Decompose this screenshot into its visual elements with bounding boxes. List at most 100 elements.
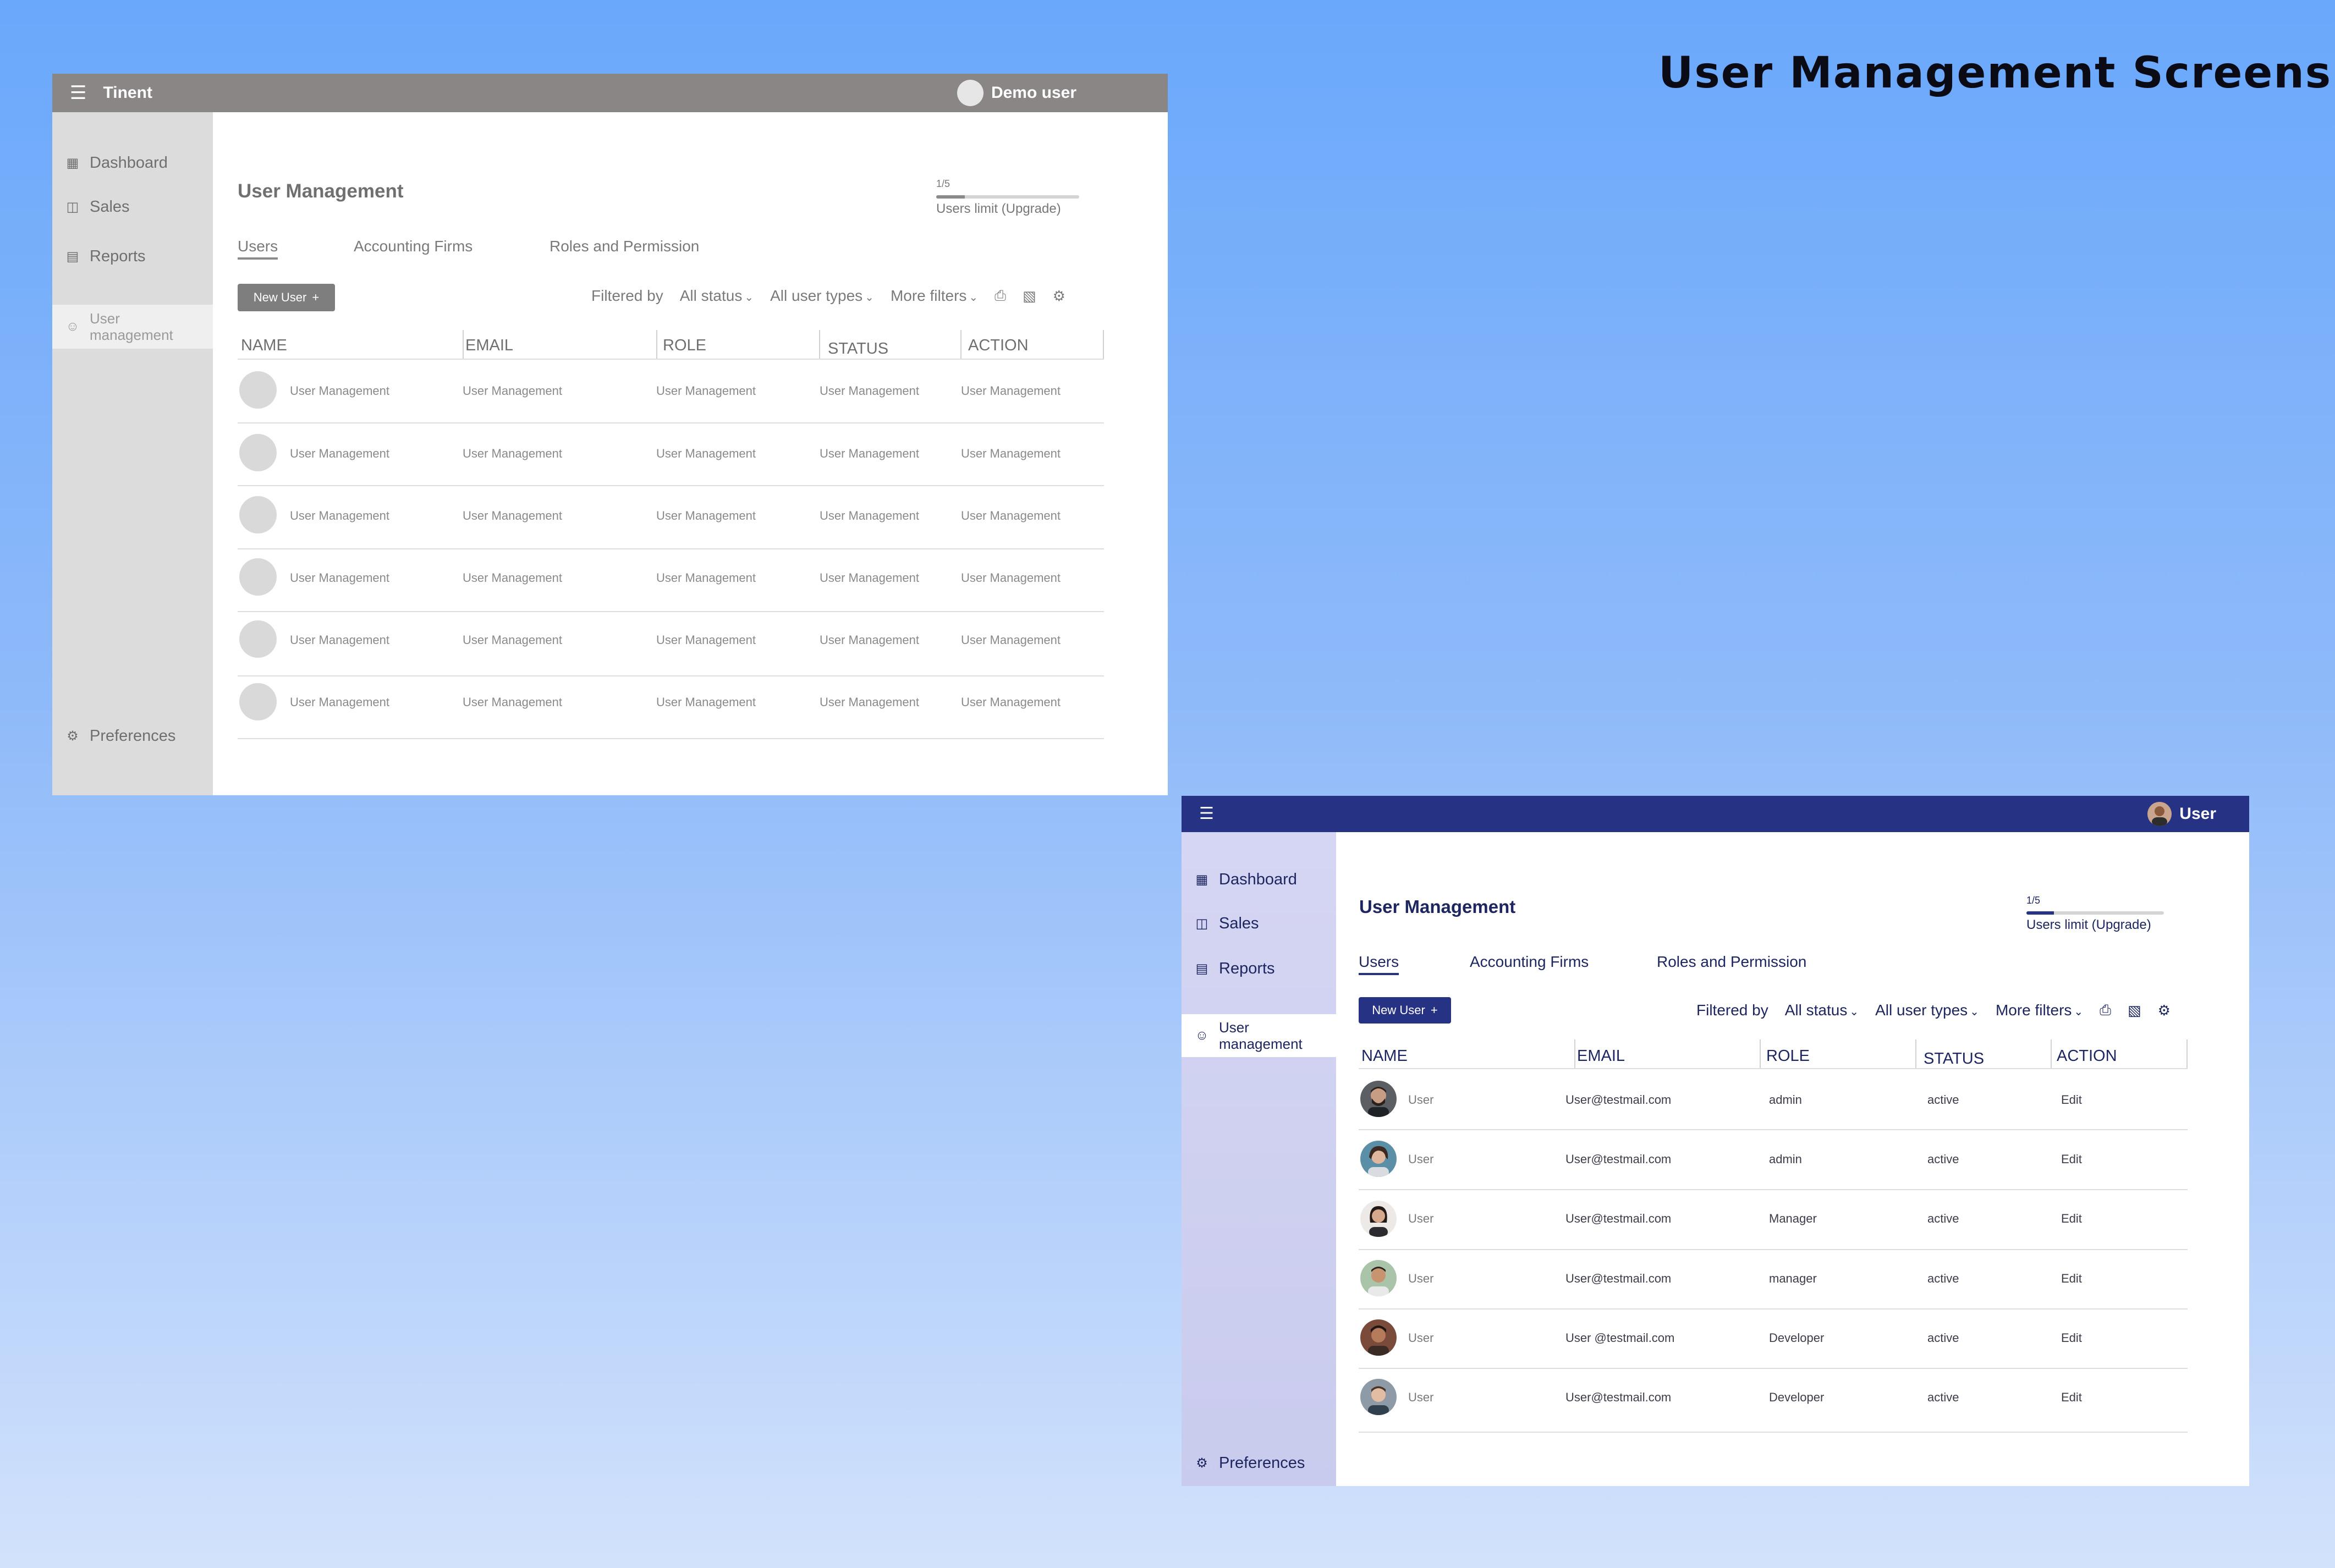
cell-action[interactable]: Edit xyxy=(2061,1272,2082,1286)
users-limit-upgrade-link[interactable]: Users limit (Upgrade) xyxy=(936,201,1061,217)
final-screen: ☰ User ▦ Dashboard ◫ Sales ▤ Reports ☺ U… xyxy=(1182,796,2249,1486)
cell-status: User Management xyxy=(820,633,919,647)
cell-status: active xyxy=(1927,1152,1959,1166)
sidebar-item-user-management[interactable]: ☺ User management xyxy=(52,305,213,349)
cell-action[interactable]: User Management xyxy=(961,695,1061,709)
top-bar: ☰ Tinent Demo user xyxy=(52,74,1168,112)
column-header-role[interactable]: ROLE xyxy=(663,337,706,355)
avatar xyxy=(1360,1081,1397,1117)
sidebar: ▦ Dashboard ◫ Sales ▤ Reports ☺ User man… xyxy=(52,112,213,795)
cell-status: User Management xyxy=(820,509,919,522)
gear-icon[interactable]: ⚙ xyxy=(2158,1002,2171,1019)
tab-roles-permission[interactable]: Roles and Permission xyxy=(550,238,699,255)
user-menu[interactable]: Demo user xyxy=(957,74,1076,112)
row-divider xyxy=(238,422,1104,423)
users-limit-upgrade-link[interactable]: Users limit (Upgrade) xyxy=(2026,917,2151,933)
column-divider xyxy=(1103,330,1104,360)
menu-icon[interactable]: ☰ xyxy=(1199,806,1214,822)
column-header-action[interactable]: ACTION xyxy=(2057,1047,2117,1065)
cell-name: User Management xyxy=(290,695,389,709)
row-divider xyxy=(238,485,1104,486)
cell-status: User Management xyxy=(820,571,919,585)
cell-status: active xyxy=(1927,1331,1959,1345)
sidebar-item-preferences[interactable]: ⚙ Preferences xyxy=(1182,1451,1336,1475)
chevron-down-icon: ⌄ xyxy=(1970,1006,1979,1018)
chevron-down-icon: ⌄ xyxy=(744,291,754,304)
avatar xyxy=(1360,1201,1397,1237)
sidebar-item-sales[interactable]: ◫ Sales xyxy=(52,195,213,219)
print-icon[interactable]: ⎙ xyxy=(995,287,1006,305)
cell-action[interactable]: User Management xyxy=(961,633,1061,647)
cell-action[interactable]: Edit xyxy=(2061,1390,2082,1405)
cell-role: Developer xyxy=(1769,1331,1825,1345)
gear-icon: ⚙ xyxy=(1196,1455,1208,1471)
cell-email: User@testmail.com xyxy=(1565,1272,1672,1285)
column-header-email[interactable]: EMAIL xyxy=(1577,1047,1625,1065)
more-filters[interactable]: More filters ⌄ xyxy=(891,287,978,305)
cell-action[interactable]: Edit xyxy=(2061,1212,2082,1226)
column-divider xyxy=(960,330,962,360)
column-header-status[interactable]: STATUS xyxy=(1924,1050,1984,1068)
user-circle-icon: ☺ xyxy=(65,319,80,334)
cell-action[interactable]: User Management xyxy=(961,509,1061,523)
tab-roles-permission[interactable]: Roles and Permission xyxy=(1657,953,1806,971)
filter-bar: Filtered by All status ⌄ All user types ⌄ … xyxy=(1696,1002,2171,1019)
users-limit-fill xyxy=(936,195,965,199)
cell-email: User@testmail.com xyxy=(1565,1212,1672,1225)
cell-email: User Management xyxy=(463,447,562,460)
sidebar-item-dashboard[interactable]: ▦ Dashboard xyxy=(52,151,213,175)
avatar xyxy=(239,558,277,596)
cell-action[interactable]: Edit xyxy=(2061,1331,2082,1345)
print-icon[interactable]: ⎙ xyxy=(2100,1002,2111,1019)
sidebar-item-preferences[interactable]: ⚙ Preferences xyxy=(52,724,213,748)
sidebar-item-dashboard[interactable]: ▦ Dashboard xyxy=(1182,867,1336,892)
sidebar-item-label: Reports xyxy=(90,247,146,265)
cell-action[interactable]: Edit xyxy=(2061,1093,2082,1107)
sales-icon: ◫ xyxy=(1195,916,1208,931)
cell-action[interactable]: User Management xyxy=(961,571,1061,585)
sidebar-item-sales[interactable]: ◫ Sales xyxy=(1182,911,1336,936)
new-user-button[interactable]: New User + xyxy=(238,284,335,311)
cell-action[interactable]: User Management xyxy=(961,447,1061,461)
row-divider xyxy=(238,738,1104,739)
filter-bar: Filtered by All status ⌄ All user types ⌄ … xyxy=(591,287,1065,305)
column-header-email[interactable]: EMAIL xyxy=(465,337,513,355)
sidebar-item-reports[interactable]: ▤ Reports xyxy=(1182,956,1336,981)
cell-email: User Management xyxy=(463,509,562,522)
more-filters-label: More filters xyxy=(890,287,967,304)
cell-action[interactable]: Edit xyxy=(2061,1152,2082,1167)
tab-accounting-firms[interactable]: Accounting Firms xyxy=(354,238,473,255)
column-header-role[interactable]: ROLE xyxy=(1766,1047,1810,1065)
status-filter[interactable]: All status ⌄ xyxy=(680,287,754,305)
cell-role: admin xyxy=(1769,1093,1802,1107)
tab-users[interactable]: Users xyxy=(238,238,278,260)
sidebar-item-reports[interactable]: ▤ Reports xyxy=(52,244,213,268)
column-header-action[interactable]: ACTION xyxy=(968,337,1029,355)
export-icon[interactable]: ▧ xyxy=(1023,288,1036,305)
tab-users[interactable]: Users xyxy=(1359,953,1399,975)
user-type-filter[interactable]: All user types ⌄ xyxy=(1875,1002,1979,1019)
avatar xyxy=(1360,1141,1397,1177)
cell-role: User Management xyxy=(656,571,756,585)
sidebar-item-user-management[interactable]: ☺ User management xyxy=(1182,1014,1336,1057)
sidebar-item-label: Preferences xyxy=(1219,1454,1305,1472)
tab-accounting-firms[interactable]: Accounting Firms xyxy=(1470,953,1589,971)
sidebar-item-label: Dashboard xyxy=(1219,870,1297,888)
user-menu[interactable]: User xyxy=(2147,796,2216,832)
export-icon[interactable]: ▧ xyxy=(2128,1002,2141,1019)
user-type-filter[interactable]: All user types ⌄ xyxy=(770,287,874,305)
column-header-name[interactable]: NAME xyxy=(241,337,287,355)
column-header-name[interactable]: NAME xyxy=(1361,1047,1408,1065)
menu-icon[interactable]: ☰ xyxy=(70,84,86,102)
avatar xyxy=(957,80,984,106)
more-filters[interactable]: More filters ⌄ xyxy=(1996,1002,2083,1019)
new-user-button[interactable]: New User + xyxy=(1359,997,1451,1024)
column-divider xyxy=(1574,1039,1575,1069)
column-header-status[interactable]: STATUS xyxy=(828,340,888,358)
filtered-by-label: Filtered by xyxy=(591,287,663,304)
gear-icon[interactable]: ⚙ xyxy=(1053,288,1065,305)
cell-action[interactable]: User Management xyxy=(961,384,1061,398)
status-filter[interactable]: All status ⌄ xyxy=(1785,1002,1859,1019)
cell-email: User@testmail.com xyxy=(1565,1093,1672,1107)
sidebar-item-label: Sales xyxy=(90,197,130,216)
